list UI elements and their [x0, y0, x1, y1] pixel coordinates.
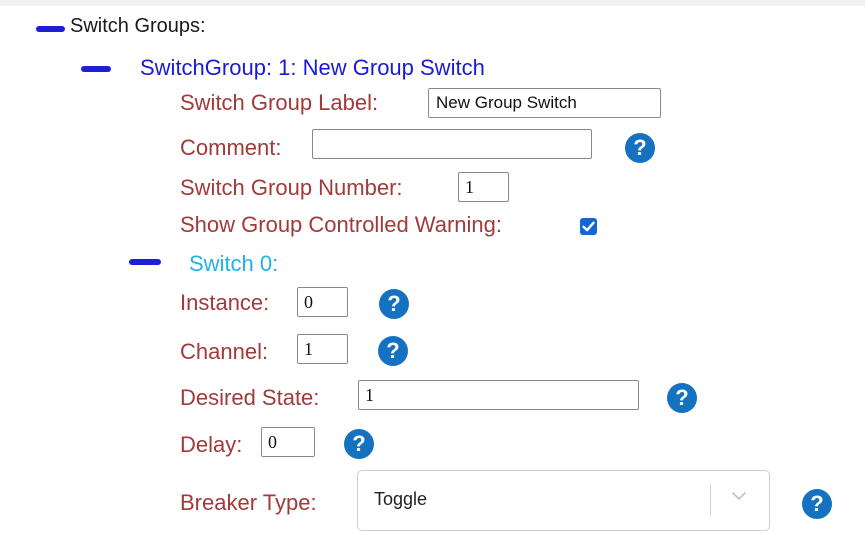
channel-label: Channel: — [180, 339, 269, 364]
comment-label: Comment: — [180, 135, 282, 160]
show-warning-label: Show Group Controlled Warning: — [180, 212, 503, 237]
show-warning-checkbox[interactable] — [580, 218, 597, 235]
delay-input[interactable]: 0 — [261, 427, 315, 457]
switch-group-number-input[interactable]: 1 — [458, 172, 509, 202]
breaker-type-label: Breaker Type: — [180, 490, 317, 515]
delay-label: Delay: — [180, 432, 243, 457]
channel-input[interactable]: 1 — [297, 334, 348, 364]
switch-0-collapse-icon[interactable] — [129, 259, 161, 265]
comment-input[interactable] — [312, 129, 592, 159]
switch-group-label-label: Switch Group Label: — [180, 90, 379, 115]
switch-0-title: Switch 0: — [189, 251, 279, 276]
switch-group-number-label: Switch Group Number: — [180, 175, 403, 200]
instance-help-icon[interactable]: ? — [379, 289, 409, 319]
channel-help-icon[interactable]: ? — [378, 336, 408, 366]
select-separator — [710, 484, 711, 516]
switch-group-collapse-icon[interactable] — [81, 66, 111, 72]
instance-label: Instance: — [180, 290, 270, 315]
delay-help-icon[interactable]: ? — [344, 429, 374, 459]
top-band — [0, 0, 865, 6]
breaker-type-value: Toggle — [374, 489, 428, 509]
switch-groups-header: Switch Groups: — [70, 15, 206, 37]
desired-state-input[interactable]: 1 — [358, 380, 639, 410]
instance-input[interactable]: 0 — [297, 287, 348, 317]
switch-groups-collapse-icon[interactable] — [36, 26, 65, 32]
comment-help-icon[interactable]: ? — [625, 133, 655, 163]
chevron-down-icon[interactable] — [730, 487, 748, 505]
switch-group-label-input[interactable]: New Group Switch — [428, 88, 661, 118]
desired-state-label: Desired State: — [180, 385, 320, 410]
breaker-type-select[interactable]: Toggle — [357, 470, 770, 531]
checkbox-checked-icon — [582, 221, 595, 232]
breaker-type-help-icon[interactable]: ? — [802, 489, 832, 519]
desired-state-help-icon[interactable]: ? — [667, 383, 697, 413]
switch-group-title: SwitchGroup: 1: New Group Switch — [140, 55, 485, 80]
